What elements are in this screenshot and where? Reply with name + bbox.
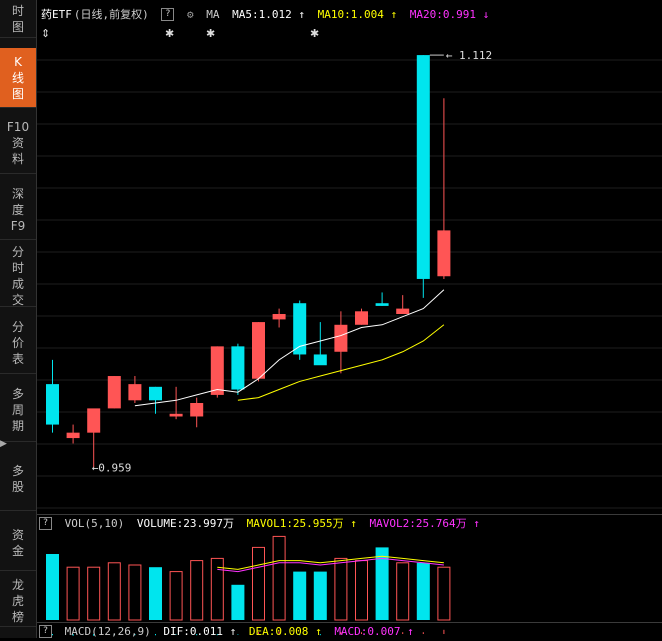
volume-bar [87, 566, 101, 621]
volume-title: VOL(5,10) [64, 517, 125, 530]
low-price-label: ←0.959 [92, 462, 132, 475]
period-label: (日线,前复权) [73, 8, 149, 21]
volume-bar [252, 546, 265, 621]
ma20-value: MA20:0.991 ↓ [409, 8, 490, 21]
collapse-arrow-icon[interactable]: ▶ [0, 436, 8, 452]
event-marker-3[interactable]: ✱ [206, 27, 215, 40]
volume-bar [169, 571, 183, 621]
candle-body [313, 354, 327, 366]
volume-bar [334, 557, 348, 621]
candle-body [149, 386, 162, 401]
volume-bar [149, 567, 162, 620]
sidebar-tab-1[interactable]: K线图 [0, 48, 36, 108]
chart-area[interactable]: ← 1.112 ←0.959 药ETF (日线,前复权) ? ⚙ MA MA5:1.… [37, 0, 662, 638]
macd-value: MACD:0.007 ↑ [334, 625, 414, 638]
candle-body [437, 230, 451, 277]
sidebar-tab-4[interactable]: 分时成交 [0, 245, 36, 307]
sidebar: 时图 K 线图 F10 资料深度 F9 分时成交分价表多周期多股资金龙虎榜 [0, 0, 37, 638]
candle-body [128, 384, 142, 401]
volume-bar [272, 535, 286, 621]
volume-bar [396, 562, 410, 621]
macd-help-button[interactable]: ? [39, 624, 52, 638]
candle-body [169, 413, 183, 417]
candle-body [396, 308, 410, 314]
sidebar-tab-3[interactable]: 深度 F9 [0, 180, 36, 240]
candle-body [210, 346, 224, 395]
volume-bar [190, 560, 204, 621]
sidebar-tab-5[interactable]: 分价表 [0, 312, 36, 374]
sidebar-tab-9[interactable]: 龙虎榜 [0, 575, 36, 627]
candle-body [375, 303, 389, 306]
event-marker-1[interactable]: ⇕ [41, 27, 50, 40]
candle-body [272, 314, 286, 320]
volume-bar [231, 584, 245, 620]
sidebar-tab-8[interactable]: 资金 [0, 515, 36, 571]
sidebar-tab-2[interactable]: F10 资料 [0, 112, 36, 174]
candle-body [87, 408, 101, 433]
volume-bar [416, 562, 430, 620]
volume-value: VOLUME:23.997万 [136, 517, 234, 530]
candle-body [252, 322, 265, 379]
volume-bar [293, 571, 307, 620]
candle-body [66, 432, 80, 439]
volume-bar [46, 554, 59, 620]
volume-bar [355, 560, 368, 621]
volume-help-button[interactable]: ? [39, 516, 52, 530]
event-marker-4[interactable]: ✱ [310, 27, 319, 40]
sidebar-tab-6[interactable]: 多周期 [0, 378, 36, 442]
mavol2-value: MAVOL2:25.764万 ↑ [369, 517, 480, 530]
main-help-button[interactable]: ? [161, 7, 175, 21]
mavol1-value: MAVOL1:25.955万 ↑ [246, 517, 357, 530]
volume-legend: ? VOL(5,10) VOLUME:23.997万 MAVOL1:25.955… [39, 515, 486, 533]
sidebar-tab-7[interactable]: 多股 [0, 447, 36, 511]
volume-bar [107, 562, 121, 621]
candle-body [334, 324, 348, 352]
candle-body [231, 346, 245, 390]
dea-value: DEA:0.008 ↑ [248, 625, 322, 638]
dif-value: DIF:0.011 ↑ [163, 625, 237, 638]
candle-body [355, 311, 368, 325]
candle-body [190, 403, 204, 417]
candle-body [46, 384, 59, 425]
sidebar-tab-0[interactable]: 时图 [0, 0, 36, 38]
ma-label: MA [206, 8, 220, 21]
high-price-label: ← 1.112 [446, 49, 492, 62]
mavol2-line [217, 557, 444, 573]
candle-body [416, 55, 430, 279]
macd-legend: ? MACD(12,26,9) DIF:0.011 ↑ DEA:0.008 ↑ … [39, 623, 420, 641]
macd-title: MACD(12,26,9) [64, 625, 151, 638]
mavol1-line [217, 555, 444, 570]
kline-chart-svg: ← 1.112 ←0.959 [37, 49, 662, 636]
security-title: 药ETF [41, 8, 72, 21]
volume-bar [313, 571, 327, 620]
volume-bar [66, 566, 80, 621]
ma10-value: MA10:1.004 ↑ [317, 8, 398, 21]
main-legend: 药ETF (日线,前复权) ? ⚙ MA MA5:1.012 ↑ MA10:1.0… [41, 6, 495, 24]
volume-bar [128, 564, 142, 621]
ma5-value: MA5:1.012 ↑ [232, 8, 305, 21]
candle-body [107, 376, 121, 409]
volume-bar [437, 566, 451, 621]
event-marker-2[interactable]: ✱ [165, 27, 174, 40]
settings-gear-icon[interactable]: ⚙ [187, 6, 194, 24]
